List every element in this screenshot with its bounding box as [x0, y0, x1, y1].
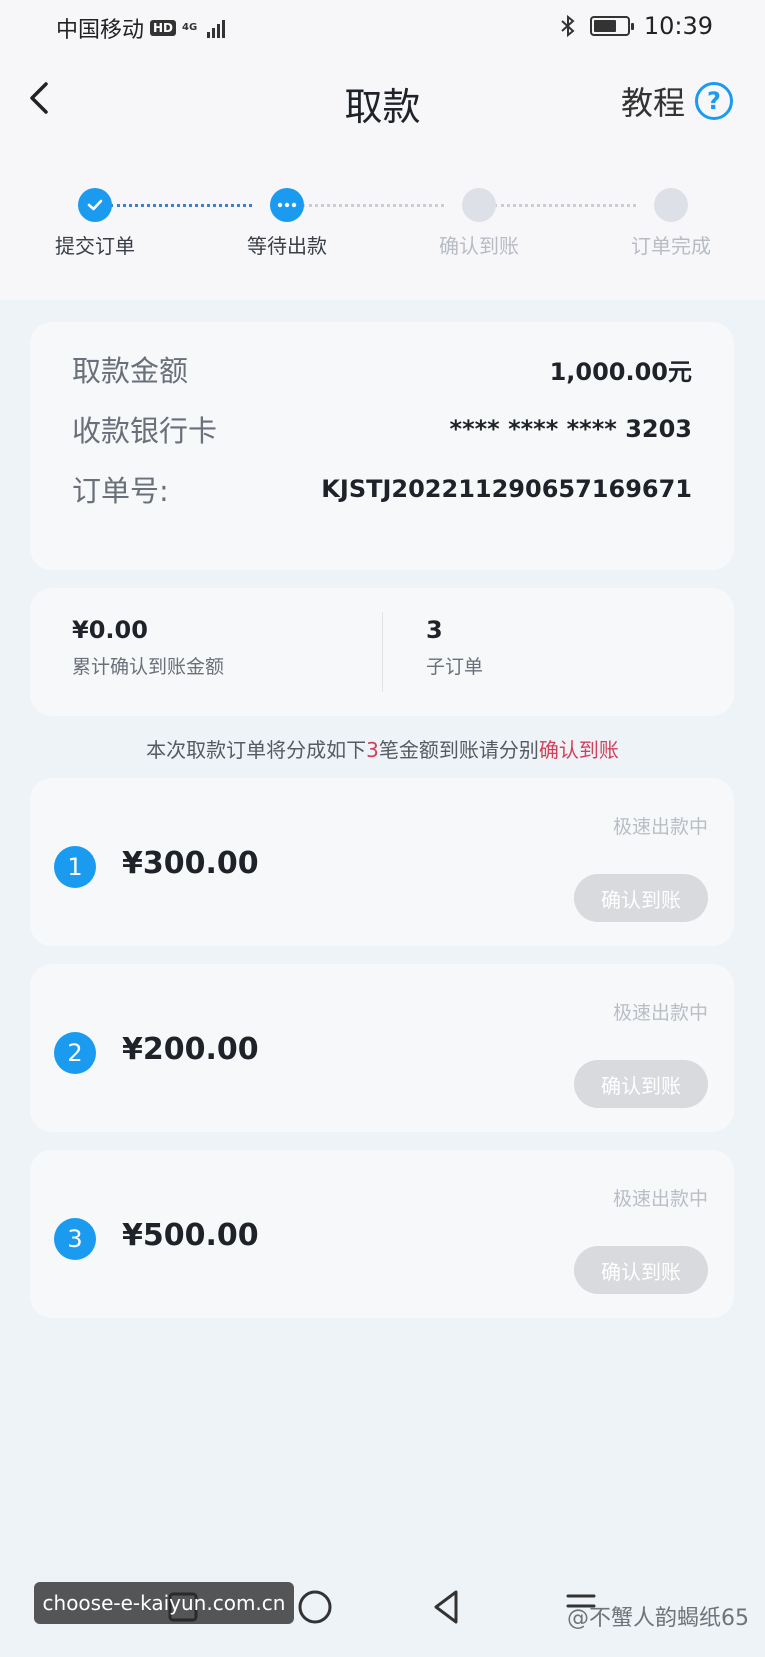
confirm-receipt-button[interactable]: 确认到账 — [574, 1060, 708, 1108]
home-button[interactable] — [290, 1582, 340, 1632]
header: 取款 教程 ? — [0, 60, 765, 140]
sub-order-amount: ¥200.00 — [122, 1032, 259, 1067]
sub-order-status: 极速出款中 — [612, 1002, 708, 1024]
step-confirm-receipt: 确认到账 — [399, 188, 559, 259]
tutorial-button[interactable]: 教程 ? — [621, 78, 733, 124]
clock: 10:39 — [643, 12, 713, 40]
sub-order-count: 3 — [426, 616, 443, 644]
sub-order-status: 极速出款中 — [612, 1188, 708, 1210]
split-notice: 本次取款订单将分成如下3笔金额到账请分别确认到账 — [0, 734, 765, 763]
sub-order-card: 极速出款中 3 ¥500.00 确认到账 — [30, 1150, 734, 1318]
carrier-name: 中国移动 — [56, 18, 145, 43]
notice-count: 3 — [366, 738, 379, 762]
confirm-receipt-button[interactable]: 确认到账 — [574, 1246, 708, 1294]
amount-value: 1,000.00元 — [549, 357, 692, 386]
watermark-left: choose-e-kaiyun.com.cn — [34, 1582, 294, 1624]
battery-icon — [589, 16, 634, 36]
sub-order-index: 1 — [54, 846, 96, 888]
bank-card-value: **** **** **** 3203 — [449, 415, 692, 443]
sub-order-status: 极速出款中 — [612, 816, 708, 838]
triangle-back-icon — [434, 1590, 458, 1624]
notice-middle: 笔金额到账请分别 — [378, 738, 539, 762]
step-submit-order: 提交订单 — [15, 188, 175, 259]
step-awaiting-payout: 等待出款 — [207, 188, 367, 259]
nav-back-button[interactable] — [422, 1582, 472, 1632]
network-type: 4G — [182, 22, 198, 33]
progress-stepper: 提交订单 等待出款 确认到账 订单完成 — [0, 180, 765, 260]
sub-order-count-label: 子订单 — [426, 656, 484, 678]
signal-icon — [207, 18, 226, 38]
confirm-receipt-button[interactable]: 确认到账 — [574, 874, 708, 922]
step-label: 确认到账 — [439, 234, 519, 258]
pending-dot-icon — [654, 188, 688, 222]
hd-badge: HD — [150, 20, 177, 36]
amount-label: 取款金额 — [72, 354, 189, 388]
status-bar: 中国移动 HD 4G 10:39 — [0, 0, 765, 56]
amount-row: 取款金额 1,000.00元 — [72, 348, 692, 390]
bluetooth-icon — [561, 14, 575, 38]
tutorial-label: 教程 — [620, 84, 685, 122]
sub-order-card: 极速出款中 1 ¥300.00 确认到账 — [30, 778, 734, 946]
sub-order-index: 3 — [54, 1218, 96, 1260]
status-left: 中国移动 HD 4G — [56, 12, 226, 44]
confirmed-amount-label: 累计确认到账金额 — [72, 656, 225, 678]
pending-dot-icon — [462, 188, 496, 222]
sub-order-card: 极速出款中 2 ¥200.00 确认到账 — [30, 964, 734, 1132]
divider — [382, 612, 383, 692]
circle-icon — [298, 1590, 332, 1624]
sub-order-amount: ¥500.00 — [122, 1218, 259, 1253]
order-number-value: KJSTJ20221129065716967​1 — [321, 475, 692, 503]
confirmed-amount: ¥0.00 — [72, 616, 148, 644]
step-label: 等待出款 — [247, 234, 327, 258]
order-info-card: 取款金额 1,000.00元 收款银行卡 **** **** **** 3203… — [30, 322, 734, 570]
confirmed-amount-block: ¥0.00 累计确认到账金额 — [72, 616, 224, 679]
step-order-complete: 订单完成 — [591, 188, 751, 259]
order-number-row: 订单号: KJSTJ20221129065716967​1 — [72, 468, 692, 510]
bank-card-row: 收款银行卡 **** **** **** 3203 — [72, 408, 692, 450]
sub-order-index: 2 — [54, 1032, 96, 1074]
notice-prefix: 本次取款订单将分成如下 — [146, 738, 367, 762]
sub-order-count-block: 3 子订单 — [426, 616, 483, 679]
help-icon: ? — [695, 82, 733, 120]
status-right: 10:39 — [560, 12, 713, 40]
sub-order-amount: ¥300.00 — [122, 846, 259, 881]
step-label: 提交订单 — [55, 234, 135, 258]
watermark-right: @不蟹人韵蝎纸65 — [567, 1606, 749, 1631]
notice-highlight: 确认到账 — [538, 738, 619, 762]
step-label: 订单完成 — [631, 234, 711, 258]
ellipsis-icon — [270, 188, 304, 222]
bank-card-label: 收款银行卡 — [72, 414, 218, 448]
order-number-label: 订单号: — [72, 474, 169, 508]
check-icon — [78, 188, 112, 222]
summary-card: ¥0.00 累计确认到账金额 3 子订单 — [30, 588, 734, 716]
